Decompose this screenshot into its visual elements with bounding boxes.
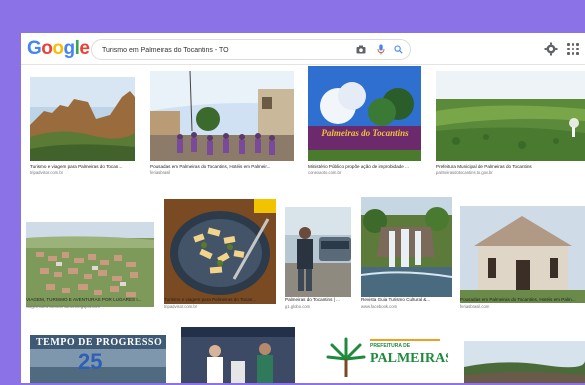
result-source: viagemturismoeaventuras.blogspot.com — [26, 304, 101, 309]
result-source: www.facebook.com — [361, 304, 398, 309]
result-source: feriasbrasil.com — [460, 304, 490, 309]
result-image-waterfall[interactable] — [361, 197, 452, 297]
result-source: palmeirasdotocantins.to.gov.br — [436, 170, 493, 175]
search-box[interactable] — [91, 39, 411, 60]
result-image-event-people[interactable] — [181, 327, 295, 383]
result-caption[interactable]: Revista Guia Turismo Cultural &... — [361, 297, 456, 303]
result-image-festival-street[interactable] — [150, 71, 294, 161]
result-image-police-car[interactable] — [285, 207, 351, 297]
logo-letter: o — [41, 38, 53, 59]
logo-letter: e — [79, 38, 90, 59]
result-caption[interactable]: VIAGEM, TURISMO E AVENTURAS POR LUGARES … — [26, 297, 160, 303]
result-source: tripadvisor.com.br — [164, 304, 198, 309]
result-image-aerial-field[interactable] — [436, 71, 585, 161]
result-source: feriasbrasil — [150, 170, 171, 175]
result-image-food-plate[interactable] — [164, 199, 276, 304]
result-source: conexaoto.com.br — [308, 170, 342, 175]
palmeiras-logo-text: PALMEIRAS — [370, 351, 448, 366]
google-top-bar: Google — [21, 33, 585, 65]
progress-banner-text: TEMPO DE PROGRESSO — [36, 337, 163, 348]
result-source: g1.globo.com — [285, 304, 311, 309]
result-image-prefeitura-logo[interactable]: PREFEITURA DE PALMEIRAS — [312, 329, 448, 383]
result-image-progress-banner[interactable]: TEMPO DE PROGRESSO 25 — [30, 335, 166, 383]
camera-icon[interactable] — [354, 43, 367, 56]
result-caption[interactable]: Turismo e viagem para Palmeiras do Tocan… — [164, 297, 282, 303]
logo-accent-line — [370, 339, 440, 341]
result-image-church[interactable] — [460, 206, 585, 303]
apps-grid-icon[interactable] — [567, 43, 579, 55]
logo-letter: o — [52, 38, 64, 59]
gear-icon[interactable] — [544, 42, 558, 56]
palmeiras-sign-text: Palmeiras do Tocantins — [321, 128, 409, 138]
result-image-palmeiras-sign[interactable]: Palmeiras do Tocantins — [308, 66, 421, 161]
logo-letter: g — [63, 38, 76, 59]
search-input[interactable] — [102, 43, 342, 57]
progress-banner-number: 25 — [78, 349, 103, 374]
browser-screen: Google Turismo em Palmeiras do Tocantins… — [21, 33, 585, 383]
search-icon[interactable] — [392, 43, 405, 56]
result-caption[interactable]: Pousadas em Palmeiras do Tocantins, Hoté… — [460, 297, 585, 303]
result-image-aerial-city[interactable] — [26, 222, 154, 307]
result-caption[interactable]: Palmeiras do Tocantins | ... — [285, 297, 355, 303]
result-image-landscape[interactable] — [464, 341, 585, 383]
result-source: tripadvisor.com.br — [30, 170, 64, 175]
prefeitura-label: PREFEITURA DE — [370, 343, 411, 349]
result-image-rock-formations[interactable] — [30, 77, 135, 161]
google-logo[interactable]: Google — [27, 38, 90, 59]
logo-letter: G — [27, 38, 42, 59]
microphone-icon[interactable] — [374, 43, 387, 56]
background-frame: Google Turismo em Palmeiras do Tocantins… — [0, 0, 585, 385]
